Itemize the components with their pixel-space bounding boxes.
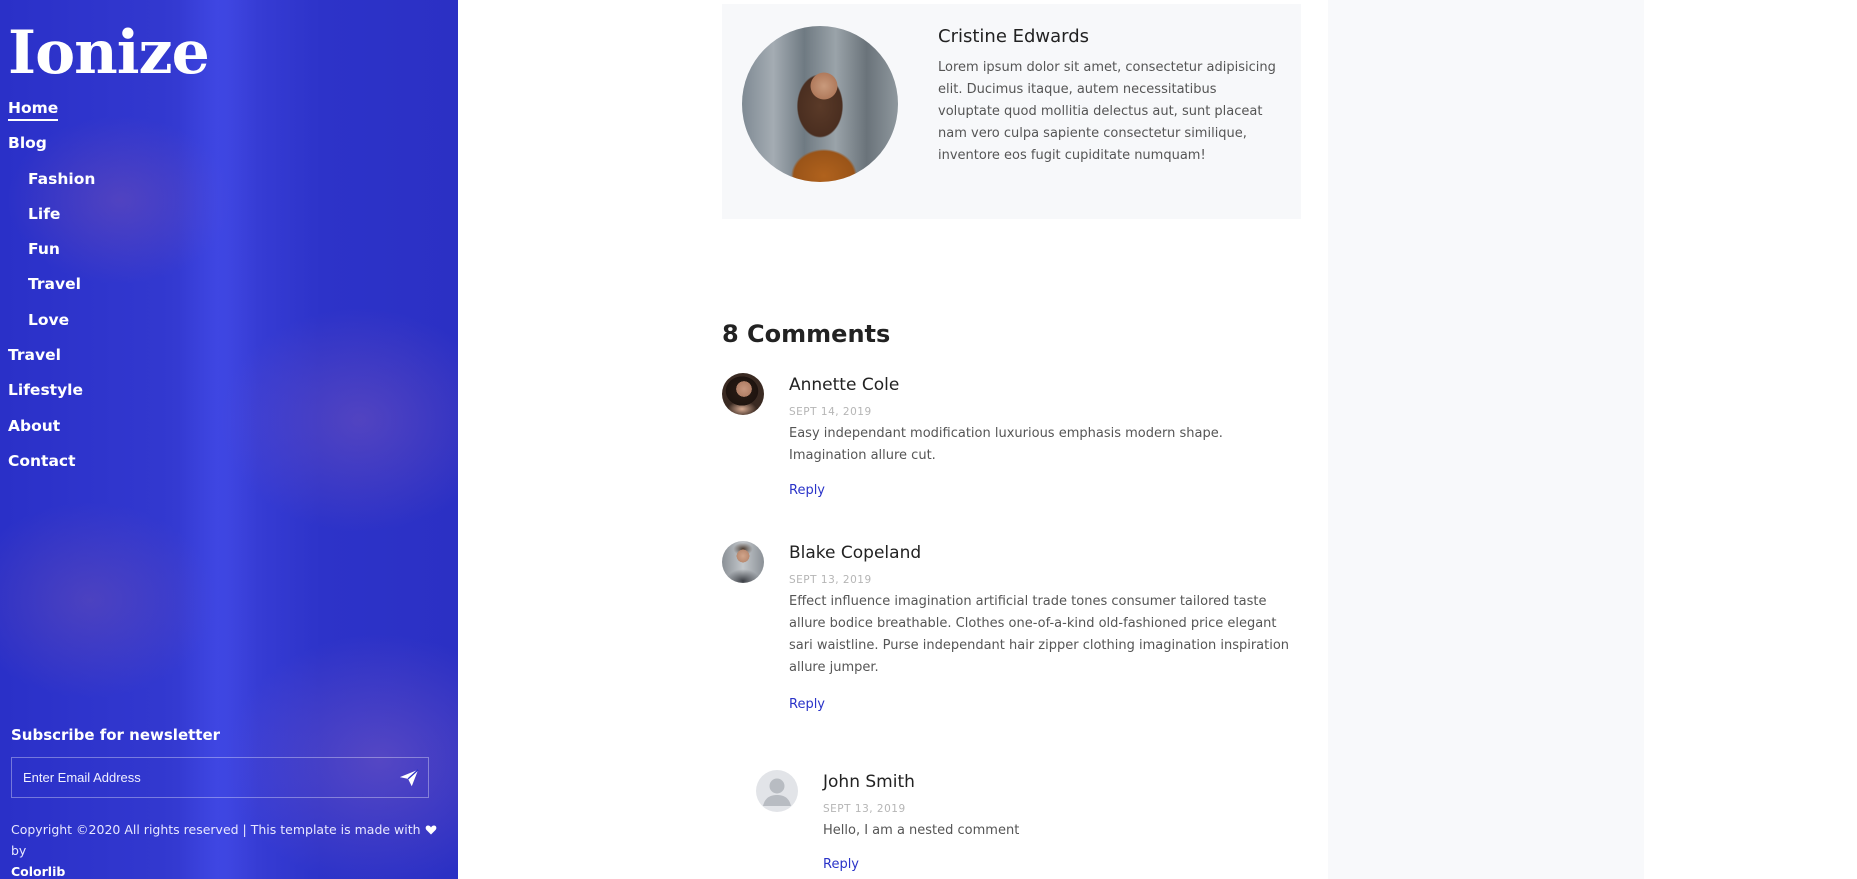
copyright-by: by — [11, 843, 27, 858]
reply-link[interactable]: Reply — [789, 697, 825, 712]
nav-item-travel-sub[interactable]: Travel — [8, 272, 95, 307]
comment-author: Blake Copeland — [789, 543, 922, 563]
paper-plane-icon[interactable] — [398, 767, 420, 789]
author-name: Cristine Edwards — [938, 26, 1090, 47]
nav-item-label: Blog — [8, 134, 47, 153]
author-box: Cristine Edwards Lorem ipsum dolor sit a… — [722, 4, 1301, 219]
newsletter-title: Subscribe for newsletter — [11, 726, 221, 744]
nav-item-lifestyle[interactable]: Lifestyle — [8, 378, 95, 413]
reply-link[interactable]: Reply — [789, 483, 825, 498]
author-bio: Lorem ipsum dolor sit amet, consectetur … — [938, 60, 1276, 163]
heart-icon — [425, 822, 437, 837]
comment-text: Effect influence imagination artificial … — [789, 594, 1290, 675]
nav-item-label: Life — [28, 204, 61, 223]
nav-item-blog[interactable]: Blog — [8, 131, 95, 166]
comment-item: Annette Cole SEPT 14, 2019 Easy independ… — [722, 373, 1302, 503]
nav-item-label: About — [8, 416, 61, 435]
copyright: Copyright ©2020 All rights reserved | Th… — [11, 819, 441, 879]
colorlib-link[interactable]: Colorlib — [11, 864, 65, 879]
nav-item-label: Fashion — [28, 169, 96, 188]
nav-item-label: Home — [8, 99, 59, 121]
nav-item-label: Love — [28, 310, 70, 329]
nav-item-travel[interactable]: Travel — [8, 343, 95, 378]
author-avatar — [742, 26, 898, 182]
email-input[interactable] — [12, 758, 372, 797]
background-image — [178, 0, 258, 879]
avatar — [722, 541, 764, 583]
default-avatar-icon — [756, 770, 798, 812]
nav-item-label: Travel — [8, 346, 61, 365]
comment-text: Easy independant modification luxurious … — [789, 426, 1223, 463]
nav-item-fun[interactable]: Fun — [8, 237, 95, 272]
nav-item-label: Lifestyle — [8, 381, 84, 400]
nav-item-label: Contact — [8, 451, 76, 470]
right-sidebar-panel — [1328, 0, 1644, 879]
comment-date: SEPT 14, 2019 — [789, 406, 872, 418]
nav-item-love[interactable]: Love — [8, 308, 95, 343]
comment-date: SEPT 13, 2019 — [789, 574, 872, 586]
site-logo[interactable]: Ionize — [8, 18, 210, 88]
nav-item-about[interactable]: About — [8, 414, 95, 449]
newsletter-form — [11, 757, 429, 798]
avatar — [722, 373, 764, 415]
comment-date: SEPT 13, 2019 — [823, 803, 906, 815]
sidebar: Ionize Home Blog Fashion Life Fun Travel… — [0, 0, 458, 879]
nav-item-contact[interactable]: Contact — [8, 449, 95, 484]
comments-heading: 8 Comments — [722, 319, 891, 348]
nav-item-life[interactable]: Life — [8, 202, 95, 237]
main-nav: Home Blog Fashion Life Fun Travel Love T… — [8, 96, 95, 484]
comment-item: Blake Copeland SEPT 13, 2019 Effect infl… — [722, 541, 1302, 721]
comment-author: John Smith — [823, 772, 915, 792]
nav-item-label: Travel — [28, 275, 81, 294]
copyright-text: Copyright ©2020 All rights reserved | Th… — [11, 822, 421, 837]
comment-item-nested: John Smith SEPT 13, 2019 Hello, I am a n… — [756, 770, 1301, 879]
nav-item-fashion[interactable]: Fashion — [8, 167, 95, 202]
nav-item-label: Fun — [28, 240, 60, 259]
nav-item-home[interactable]: Home — [8, 96, 95, 131]
comment-author: Annette Cole — [789, 375, 900, 395]
comment-text: Hello, I am a nested comment — [823, 823, 1020, 838]
reply-link[interactable]: Reply — [823, 857, 859, 872]
